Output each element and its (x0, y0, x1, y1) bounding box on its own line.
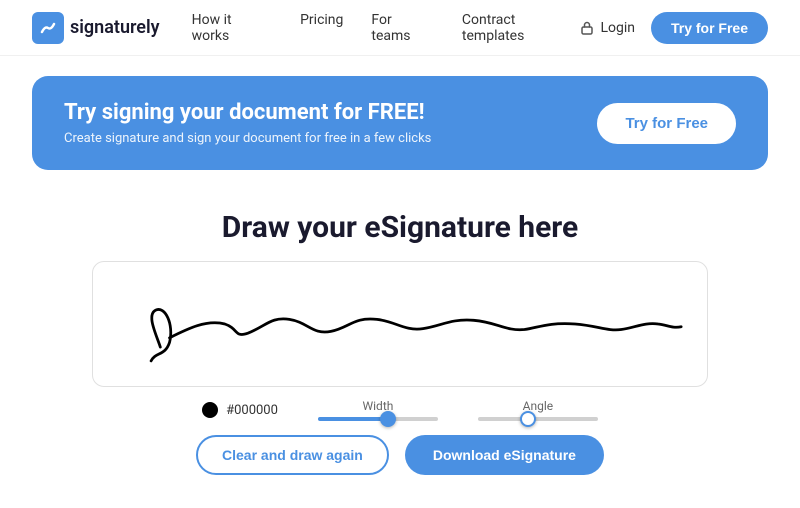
angle-slider[interactable] (478, 417, 598, 421)
signature-canvas-area[interactable] (92, 261, 708, 387)
banner-subtext: Create signature and sign your document … (64, 131, 431, 146)
download-button[interactable]: Download eSignature (405, 435, 604, 475)
logo-icon (32, 12, 64, 44)
nav-contract-templates[interactable]: Contract templates (462, 12, 581, 44)
color-dot (202, 402, 218, 418)
page-title: Draw your eSignature here (32, 210, 768, 245)
nav-try-free-button[interactable]: Try for Free (651, 12, 768, 44)
lock-icon (580, 21, 594, 35)
logo[interactable]: signaturely (32, 12, 160, 44)
signature-controls: #000000 Width Angle (92, 399, 708, 421)
width-control: Width (318, 399, 438, 421)
color-value: #000000 (226, 403, 278, 418)
login-label: Login (600, 20, 635, 36)
promo-banner: Try signing your document for FREE! Crea… (32, 76, 768, 170)
banner-text: Try signing your document for FREE! Crea… (64, 100, 431, 146)
navbar: signaturely How it works Pricing For tea… (0, 0, 800, 56)
width-slider[interactable] (318, 417, 438, 421)
nav-pricing[interactable]: Pricing (300, 12, 343, 44)
nav-for-teams[interactable]: For teams (371, 12, 434, 44)
login-button[interactable]: Login (580, 20, 635, 36)
banner-try-free-button[interactable]: Try for Free (597, 103, 736, 144)
banner-heading: Try signing your document for FREE! (64, 100, 431, 125)
angle-control: Angle (478, 399, 598, 421)
color-control: #000000 (202, 402, 278, 418)
nav-right: Login Try for Free (580, 12, 768, 44)
nav-links: How it works Pricing For teams Contract … (192, 12, 581, 44)
clear-button[interactable]: Clear and draw again (196, 435, 389, 475)
main-content: Draw your eSignature here #000000 Width … (0, 190, 800, 475)
logo-text: signaturely (70, 17, 160, 38)
nav-how-it-works[interactable]: How it works (192, 12, 272, 44)
signature-drawing[interactable] (105, 274, 695, 374)
action-buttons: Clear and draw again Download eSignature (32, 435, 768, 475)
